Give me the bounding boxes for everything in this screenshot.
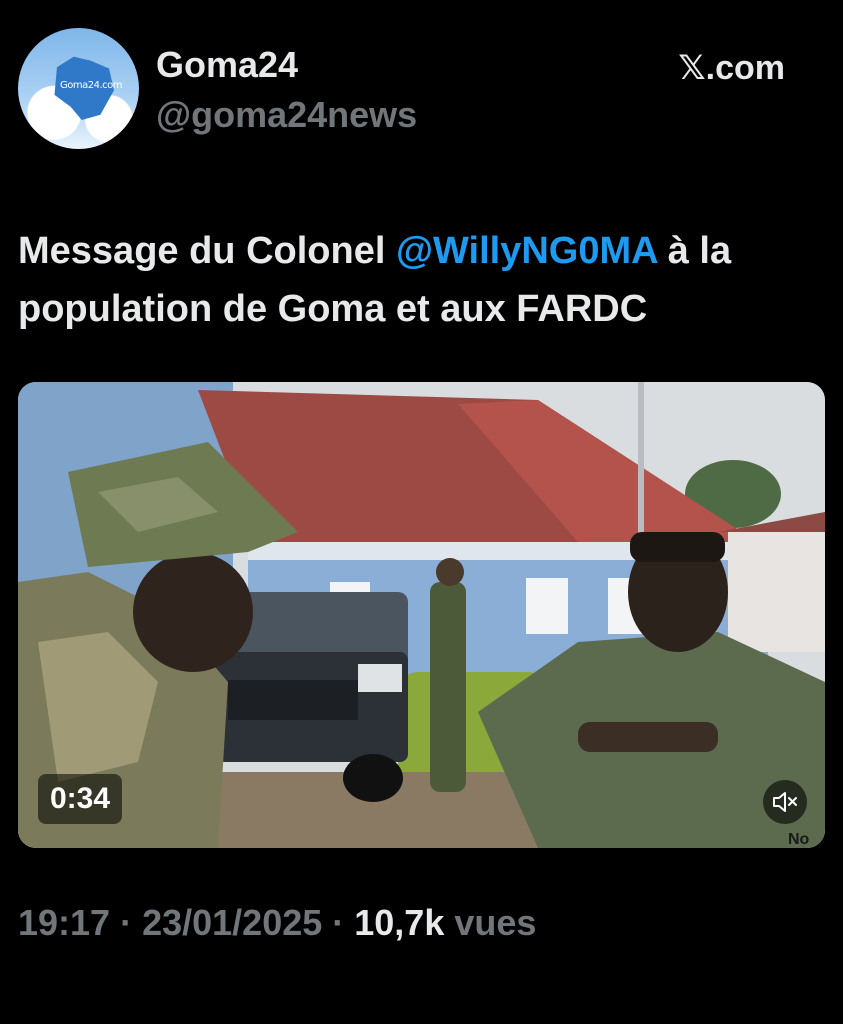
meta-separator-1: · (110, 902, 143, 943)
meta-separator-2: · (322, 902, 355, 943)
tweet-date[interactable]: 23/01/2025 (142, 902, 322, 943)
tweet-time[interactable]: 19:17 (18, 902, 110, 943)
avatar[interactable]: Goma24.com (18, 28, 139, 149)
video-frame: No (18, 382, 825, 848)
video-player[interactable]: No 0:34 (18, 382, 825, 848)
video-duration-badge: 0:34 (38, 774, 123, 824)
mute-button[interactable] (763, 780, 807, 824)
author-name[interactable]: Goma24 (156, 44, 298, 86)
tweet-header: Goma24.com Goma24 @goma24news 𝕏.com (18, 28, 825, 152)
tweet-meta: 19:17 · 23/01/2025 · 10,7k vues (18, 902, 536, 944)
author-handle[interactable]: @goma24news (156, 94, 417, 136)
video-watermark: No (788, 831, 810, 848)
speaker-muted-icon (773, 792, 797, 812)
mention-link[interactable]: @WillyNG0MA (396, 230, 657, 272)
x-brand-label: 𝕏.com (678, 49, 785, 87)
views-count[interactable]: 10,7k (354, 902, 444, 943)
tweet-text: Message du Colonel @WillyNG0MA à la popu… (18, 222, 818, 338)
avatar-logo-text: Goma24.com (60, 80, 123, 91)
views-label: vues (444, 902, 537, 943)
tweet-text-start: Message du Colonel (18, 230, 396, 272)
